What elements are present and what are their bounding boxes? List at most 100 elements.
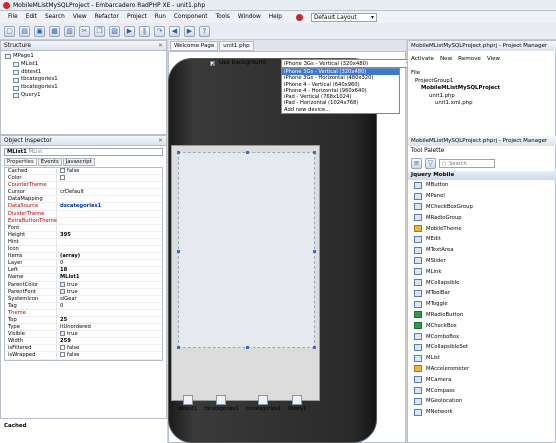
property-row[interactable]: Items (array)	[5, 253, 162, 261]
menu-window[interactable]: Window	[238, 14, 261, 20]
palette-item[interactable]: MList	[408, 353, 556, 364]
checkbox-icon[interactable]	[60, 175, 65, 181]
save-icon[interactable]: ▣	[34, 25, 45, 37]
tab-welcome-page[interactable]: Welcome Page	[170, 41, 219, 51]
property-value[interactable]: dscategories1	[57, 203, 101, 209]
palette-item[interactable]: MobileTheme	[408, 223, 556, 234]
menu-search[interactable]: Search	[45, 14, 65, 20]
object-select[interactable]: MList1 MList	[4, 148, 163, 156]
property-value[interactable]	[57, 218, 60, 224]
menu-project[interactable]: Project	[127, 14, 147, 20]
palette-item[interactable]: MButton	[408, 180, 556, 191]
property-value[interactable]: true	[57, 331, 78, 337]
checkbox-icon[interactable]	[60, 352, 65, 358]
resize-handle[interactable]	[177, 346, 180, 349]
filter-icon[interactable]: ▽	[425, 157, 436, 169]
menu-file[interactable]: File	[8, 14, 18, 20]
palette-item[interactable]: MToggle	[408, 299, 556, 310]
property-value[interactable]: siGear	[57, 296, 77, 302]
palette-item[interactable]: MLink	[408, 266, 556, 277]
cut-icon[interactable]: ✂	[79, 25, 90, 37]
property-row[interactable]: Hint	[5, 238, 162, 247]
palette-item[interactable]: MCompass	[408, 385, 556, 396]
palette-item[interactable]: MCheckBox	[408, 320, 556, 331]
property-value[interactable]: false	[57, 168, 79, 174]
tree-node[interactable]: unit1.php	[411, 93, 556, 101]
checkbox-icon[interactable]	[60, 288, 65, 294]
component-tbcategories1[interactable]: tbcategories1	[204, 395, 239, 412]
stop-icon[interactable]	[295, 13, 303, 21]
run-icon[interactable]: ▶	[124, 25, 135, 37]
property-row[interactable]: DividerTheme	[5, 210, 162, 218]
checkbox-icon[interactable]	[60, 168, 65, 173]
tree-node[interactable]: tbcategories1	[5, 76, 162, 84]
categories-icon[interactable]: ≡	[411, 157, 422, 169]
tree-node[interactable]: MobileMListMySQLProject	[411, 85, 556, 93]
property-row[interactable]: Name MList1	[5, 274, 162, 282]
resize-handle[interactable]	[313, 250, 316, 253]
tab-events[interactable]: Events	[37, 158, 62, 166]
step-icon[interactable]: ↷	[154, 25, 165, 37]
copy-icon[interactable]: ❐	[94, 25, 105, 37]
property-value[interactable]: 18	[57, 267, 67, 273]
menu-view[interactable]: View	[73, 14, 87, 20]
resize-handle[interactable]	[313, 346, 316, 349]
resize-handle[interactable]	[177, 151, 180, 154]
palette-item[interactable]: MComboBox	[408, 331, 556, 342]
property-value[interactable]: (array)	[57, 253, 80, 259]
tab-javascript[interactable]: Javascript	[62, 158, 95, 166]
property-row[interactable]: DataMapping	[5, 196, 162, 204]
checkbox-icon[interactable]	[60, 331, 65, 337]
tree-node[interactable]: dbtest1	[5, 69, 162, 77]
property-row[interactable]: Layer 0	[5, 260, 162, 268]
property-value[interactable]	[57, 182, 60, 188]
activate-button[interactable]: Activate	[411, 56, 434, 62]
new-icon[interactable]: ▢	[4, 25, 15, 37]
menu-help[interactable]: Help	[269, 14, 282, 20]
tree-node[interactable]: MList1	[5, 61, 162, 69]
property-row[interactable]: ExtraButtonTheme	[5, 217, 162, 225]
tree-node[interactable]: ProjectGroup1	[411, 78, 556, 86]
tree-node[interactable]: unit1.xml.php	[411, 100, 556, 108]
checkbox-icon[interactable]	[60, 345, 65, 351]
palette-item[interactable]: MAccelerometer	[408, 364, 556, 375]
menu-refactor[interactable]: Refactor	[95, 14, 119, 20]
new-button[interactable]: New	[440, 56, 452, 62]
open-project-icon[interactable]: ▥	[64, 25, 75, 37]
palette-item[interactable]: MCamera	[408, 374, 556, 385]
property-value[interactable]: 395	[57, 232, 71, 238]
device-option[interactable]: Add new device...	[282, 107, 399, 113]
menu-component[interactable]: Component	[174, 14, 208, 20]
property-row[interactable]: ParentColor true	[5, 281, 162, 289]
component-query1[interactable]: Query1	[288, 395, 306, 412]
resize-handle[interactable]	[313, 151, 316, 154]
property-row[interactable]: Icon	[5, 246, 162, 254]
property-value[interactable]: 25	[57, 317, 67, 323]
property-row[interactable]: Type ltUnordered	[5, 324, 162, 332]
remove-button[interactable]: Remove	[458, 56, 481, 62]
component-dbtest1[interactable]: dbtest1	[178, 395, 197, 412]
close-icon[interactable]: ✕	[158, 43, 163, 49]
close-icon[interactable]: ✕	[158, 138, 163, 144]
property-value[interactable]: false	[57, 345, 79, 351]
property-row[interactable]: isFiltered false	[5, 345, 162, 353]
property-row[interactable]: Visible true	[5, 331, 162, 339]
property-value[interactable]: crDefault	[57, 189, 84, 195]
property-value[interactable]: 259	[57, 338, 71, 344]
mlist-component[interactable]	[177, 151, 316, 349]
palette-item[interactable]: MNetwork	[408, 407, 556, 418]
property-row[interactable]: Cursor crDefault	[5, 189, 162, 197]
palette-item[interactable]: MCollapsibleSet	[408, 342, 556, 353]
tree-node[interactable]: tbcategories1	[5, 84, 162, 92]
palette-search-input[interactable]: Search	[439, 158, 495, 168]
paste-icon[interactable]: ▧	[109, 25, 120, 37]
forward-icon[interactable]: ▶	[184, 25, 195, 37]
property-value[interactable]: MList1	[57, 274, 79, 280]
tree-node[interactable]: File	[411, 70, 556, 78]
open-icon[interactable]: ▤	[19, 25, 30, 37]
property-row[interactable]: Width 259	[5, 338, 162, 346]
property-value[interactable]	[57, 310, 60, 316]
property-value[interactable]	[57, 175, 67, 181]
property-value[interactable]	[57, 211, 60, 217]
resize-handle[interactable]	[246, 151, 249, 154]
